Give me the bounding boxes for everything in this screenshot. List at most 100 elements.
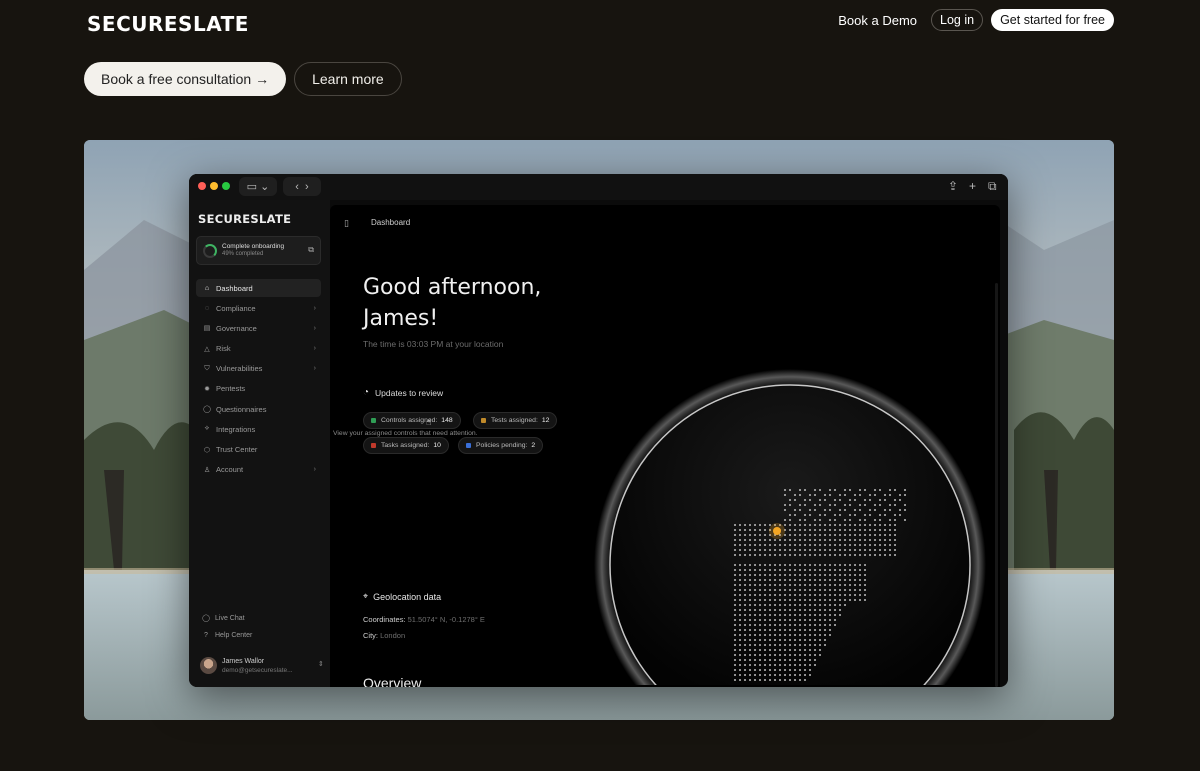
sidebar-item-label: Risk — [216, 344, 231, 354]
land-dot — [749, 599, 751, 601]
land-dot — [764, 669, 766, 671]
land-dot — [879, 534, 881, 536]
land-dot — [824, 509, 826, 511]
maximize-dot[interactable] — [222, 182, 230, 190]
land-dot — [874, 494, 876, 496]
sidebar-item-trust-center[interactable]: ⬡ Trust Center — [196, 441, 321, 459]
land-dot — [779, 664, 781, 666]
land-dot — [779, 649, 781, 651]
land-dot — [764, 579, 766, 581]
land-dot — [829, 609, 831, 611]
login-button[interactable]: Log in — [931, 9, 984, 31]
land-dot — [904, 519, 906, 521]
panel-toggle-icon[interactable]: ▯ — [344, 218, 349, 229]
sidebar-item-risk[interactable]: △ Risk › — [196, 340, 321, 358]
book-consultation-button[interactable]: Book a free consultation → — [84, 62, 287, 96]
questionnaires-icon: ◯ — [203, 406, 211, 414]
land-dot — [804, 524, 806, 526]
help-center-link[interactable]: ? Help Center — [196, 632, 321, 639]
back-forward-icon[interactable]: ‹ › — [283, 177, 321, 196]
land-dot — [739, 539, 741, 541]
brand-logo[interactable]: SECURESLATE — [87, 12, 249, 36]
land-dot — [879, 544, 881, 546]
land-dot — [809, 534, 811, 536]
update-pill-controls[interactable]: Controls assigned: 148 — [363, 412, 461, 429]
external-link-icon[interactable]: ⧉ — [308, 245, 314, 255]
tabs-overview-icon[interactable]: ⧉ — [988, 179, 997, 194]
update-pill-policies[interactable]: Policies pending: 2 — [458, 437, 544, 454]
update-pill-tasks[interactable]: Tasks assigned: 10 — [363, 437, 449, 454]
coordinates-label: Coordinates: — [363, 615, 406, 624]
sidebar-item-label: Integrations — [216, 424, 256, 434]
land-dot — [739, 634, 741, 636]
breadcrumb[interactable]: Dashboard — [371, 218, 410, 227]
land-dot — [809, 664, 811, 666]
land-dot — [819, 644, 821, 646]
land-dot — [789, 624, 791, 626]
land-dot — [814, 519, 816, 521]
sidebar-item-account[interactable]: ♙ Account › — [196, 461, 321, 479]
land-dot — [839, 584, 841, 586]
land-dot — [799, 549, 801, 551]
land-dot — [799, 609, 801, 611]
land-dot — [774, 634, 776, 636]
land-dot — [779, 594, 781, 596]
local-time-text: The time is 03:03 PM at your location — [363, 339, 504, 349]
chevron-right-icon[interactable]: › — [314, 305, 316, 312]
land-dot — [834, 589, 836, 591]
onboarding-card[interactable]: Complete onboarding 49% completed ⧉ — [196, 236, 321, 265]
close-dot[interactable] — [198, 182, 206, 190]
live-chat-link[interactable]: ◯ Live Chat — [196, 614, 321, 623]
learn-more-button[interactable]: Learn more — [294, 62, 402, 96]
land-dot — [769, 564, 771, 566]
land-dot — [744, 594, 746, 596]
minimize-dot[interactable] — [210, 182, 218, 190]
land-dot — [804, 664, 806, 666]
chevron-right-icon[interactable]: › — [314, 345, 316, 352]
land-dot — [759, 669, 761, 671]
chevron-right-icon[interactable]: › — [314, 325, 316, 332]
land-dot — [849, 519, 851, 521]
sidebar-item-governance[interactable]: ▤ Governance › — [196, 319, 321, 337]
get-started-button[interactable]: Get started for free — [991, 9, 1114, 31]
land-dot — [814, 554, 816, 556]
chevron-right-icon[interactable]: › — [314, 466, 316, 473]
sidebar-item-pentests[interactable]: ✹ Pentests — [196, 380, 321, 398]
land-dot — [799, 604, 801, 606]
sidebar-toggle-icon[interactable]: ▭ ⌄ — [239, 177, 277, 196]
account-switch-icon[interactable]: ⇕ — [318, 660, 324, 668]
land-dot — [859, 544, 861, 546]
land-dot — [794, 589, 796, 591]
land-dot — [749, 654, 751, 656]
sidebar-item-compliance[interactable]: ◌ Compliance › — [196, 299, 321, 317]
update-pill-tests[interactable]: Tests assigned: 12 — [473, 412, 558, 429]
sidebar-item-vulnerabilities[interactable]: ⛉ Vulnerabilities › — [196, 360, 321, 378]
chevron-right-icon[interactable]: › — [314, 365, 316, 372]
land-dot — [859, 564, 861, 566]
land-dot — [829, 564, 831, 566]
land-dot — [844, 599, 846, 601]
land-dot — [819, 609, 821, 611]
new-tab-icon[interactable]: + — [969, 179, 976, 193]
land-dot — [814, 599, 816, 601]
land-dot — [864, 524, 866, 526]
land-dot — [794, 634, 796, 636]
land-dot — [844, 524, 846, 526]
share-icon[interactable]: ⇪ — [948, 179, 958, 193]
book-demo-link[interactable]: Book a Demo — [838, 13, 917, 28]
land-dot — [789, 549, 791, 551]
sidebar-item-integrations[interactable]: ⟡ Integrations — [196, 420, 321, 438]
land-dot — [874, 529, 876, 531]
sidebar-item-questionnaires[interactable]: ◯ Questionnaires — [196, 400, 321, 418]
scrollbar[interactable] — [995, 283, 998, 687]
sidebar-item-dashboard[interactable]: ⌂ Dashboard — [196, 279, 321, 297]
app-logo[interactable]: SECURESLATE — [198, 212, 291, 226]
land-dot — [809, 564, 811, 566]
avatar — [200, 657, 217, 674]
land-dot — [849, 564, 851, 566]
land-dot — [779, 539, 781, 541]
land-dot — [734, 669, 736, 671]
city-row: City: London — [363, 631, 405, 640]
land-dot — [814, 569, 816, 571]
land-dot — [789, 639, 791, 641]
